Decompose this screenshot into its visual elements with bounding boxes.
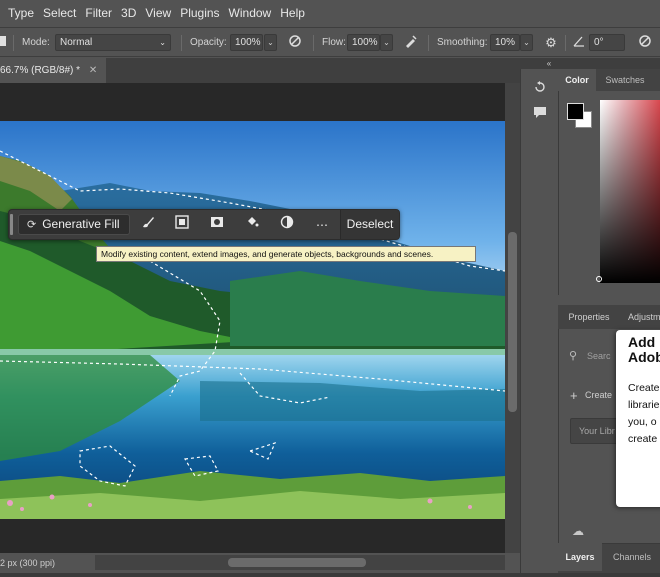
- your-library-select[interactable]: Your Libr: [570, 418, 620, 444]
- flow-input[interactable]: 100%: [347, 34, 380, 51]
- gear-icon[interactable]: ⚙: [542, 34, 560, 52]
- color-picker-cursor[interactable]: [596, 276, 602, 282]
- angle-input[interactable]: 0°: [589, 34, 625, 51]
- mask-icon[interactable]: [207, 215, 227, 235]
- history-icon[interactable]: [531, 80, 549, 98]
- smoothing-label: Smoothing:: [437, 37, 488, 48]
- landscape-photo: [0, 121, 505, 519]
- create-library-button[interactable]: Create: [585, 390, 612, 400]
- angle-icon: [570, 34, 588, 52]
- menu-type[interactable]: Type: [8, 6, 34, 20]
- generative-fill-label: Generative Fill: [42, 217, 120, 231]
- tab-properties[interactable]: Properties: [558, 305, 620, 329]
- color-picker-field[interactable]: [600, 100, 660, 283]
- scroll-corner: [505, 553, 520, 573]
- search-icon: ⚲: [569, 350, 578, 362]
- menu-view[interactable]: View: [145, 6, 171, 20]
- generative-fill-button[interactable]: ⟳ Generative Fill: [18, 214, 130, 235]
- panel-collapse-bar: [520, 58, 660, 69]
- menu-filter[interactable]: Filter: [85, 6, 112, 20]
- fill-bucket-icon[interactable]: [242, 215, 262, 235]
- smoothing-input[interactable]: 10%: [490, 34, 520, 51]
- opacity-input[interactable]: 100%: [230, 34, 263, 51]
- divider: [13, 35, 14, 51]
- tab-channels[interactable]: Channels: [604, 543, 660, 571]
- foreground-color-swatch[interactable]: [567, 103, 584, 120]
- tab-adjustments[interactable]: Adjustm: [620, 305, 660, 329]
- close-icon[interactable]: ✕: [89, 65, 97, 76]
- pressure-opacity-icon[interactable]: [286, 34, 304, 52]
- tooltip: Modify existing content, extend images, …: [96, 246, 476, 262]
- brush-preset-icon[interactable]: [0, 34, 10, 52]
- menu-3d[interactable]: 3D: [121, 6, 136, 20]
- menu-bar: Type Select Filter 3D View Plugins Windo…: [0, 0, 660, 26]
- options-bar: Mode: Normal ⌄ Opacity: 100% ⌄ Flow: 100…: [0, 27, 660, 57]
- brush-icon[interactable]: [138, 215, 158, 235]
- mode-label: Mode:: [22, 37, 50, 48]
- menu-plugins[interactable]: Plugins: [180, 6, 219, 20]
- divider: [428, 35, 429, 51]
- vertical-scroll-thumb[interactable]: [508, 232, 517, 412]
- image-canvas[interactable]: [0, 121, 505, 519]
- tab-color[interactable]: Color: [558, 69, 596, 91]
- collapse-panels-icon[interactable]: «: [542, 58, 556, 69]
- comment-icon[interactable]: [531, 105, 549, 123]
- opacity-label: Opacity:: [190, 37, 227, 48]
- airbrush-icon[interactable]: [402, 34, 420, 52]
- more-icon[interactable]: ⋯: [312, 215, 332, 235]
- horizontal-scroll-thumb[interactable]: [228, 558, 366, 567]
- document-tab[interactable]: 66.7% (RGB/8#) * ✕: [0, 58, 106, 83]
- plus-icon[interactable]: +: [570, 388, 578, 403]
- popover-body: Create librarie you, o create: [628, 382, 660, 445]
- drag-handle[interactable]: [10, 214, 13, 235]
- sparkle-icon: ⟳: [27, 219, 37, 231]
- opacity-dropdown[interactable]: ⌄: [264, 34, 277, 51]
- status-bar: 2 px (300 ppi): [0, 553, 95, 573]
- divider: [181, 35, 182, 51]
- chevron-down-icon: ⌄: [159, 38, 166, 47]
- popover-title: Add Adob: [628, 334, 660, 365]
- document-tab-title: 66.7% (RGB/8#) *: [0, 65, 81, 76]
- tab-swatches[interactable]: Swatches: [600, 69, 650, 91]
- divider: [313, 35, 314, 51]
- mode-select[interactable]: Normal ⌄: [55, 34, 171, 51]
- invert-icon[interactable]: [277, 215, 297, 235]
- mode-value: Normal: [60, 37, 93, 48]
- libraries-onboarding-popover: Add Adob Create librarie you, o create: [616, 330, 660, 507]
- cloud-icon: ☁: [572, 524, 584, 538]
- menu-select[interactable]: Select: [43, 6, 76, 20]
- mask-select-icon[interactable]: [172, 215, 192, 235]
- bottom-edge: [0, 573, 660, 577]
- library-search-input[interactable]: Searc: [587, 351, 611, 361]
- smoothing-dropdown[interactable]: ⌄: [520, 34, 533, 51]
- panel-icon-strip: [520, 69, 558, 573]
- tab-layers[interactable]: Layers: [558, 543, 602, 571]
- deselect-button[interactable]: Deselect: [340, 210, 399, 239]
- menu-window[interactable]: Window: [229, 6, 272, 20]
- flow-label: Flow:: [322, 37, 346, 48]
- divider: [565, 35, 566, 51]
- menu-help[interactable]: Help: [280, 6, 305, 20]
- flow-dropdown[interactable]: ⌄: [380, 34, 393, 51]
- pressure-size-icon[interactable]: [636, 34, 654, 52]
